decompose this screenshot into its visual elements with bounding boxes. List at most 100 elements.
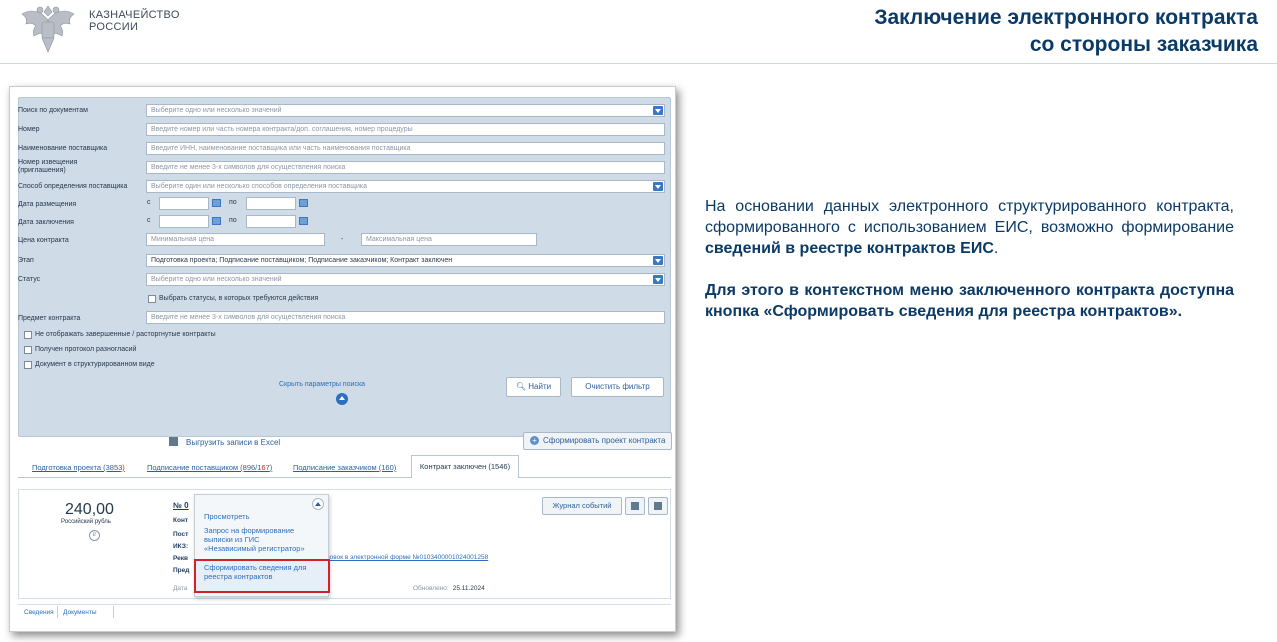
hide-finished-checkbox[interactable]: [24, 331, 32, 339]
create-draft-button[interactable]: + Сформировать проект контракта: [523, 432, 672, 450]
notice-label-line2: (приглашения): [18, 167, 66, 174]
slide-title-line1: Заключение электронного контракта: [874, 6, 1258, 29]
card-field-label: ИКЗ:: [173, 543, 189, 550]
chevron-up-icon[interactable]: [312, 498, 324, 510]
description-p1-end: .: [993, 240, 999, 257]
emblem-logo: [21, 5, 75, 53]
conclusion-date-label: Дата заключения: [18, 219, 74, 226]
tab-supplier-signing-red: 167: [257, 463, 270, 472]
price-max-input[interactable]: Максимальная цена: [361, 233, 537, 246]
excel-export-label: Выгрузить записи в Excel: [186, 438, 281, 447]
slide: КАЗНАЧЕЙСТВО РОССИИ Заключение электронн…: [0, 0, 1277, 642]
placement-to-label: по: [229, 199, 237, 206]
find-button[interactable]: 🔍︎ Найти: [506, 377, 561, 397]
status-label: Статус: [18, 276, 41, 283]
stage-value: Подготовка проекта; Подписание поставщик…: [151, 257, 453, 264]
disagreement-label: Получен протокол разногласий: [35, 346, 137, 353]
excel-export-link[interactable]: Выгрузить записи в Excel: [169, 437, 280, 447]
stage-select[interactable]: Подготовка проекта; Подписание поставщик…: [146, 254, 665, 267]
stage-label: Этап: [18, 257, 34, 264]
tab-supplier-signing-suffix: ): [269, 463, 273, 472]
tab-customer-signing[interactable]: Подписание заказчиком (160): [293, 463, 396, 472]
chevron-down-icon[interactable]: [653, 106, 663, 115]
slide-title-line2: со стороны заказчика: [1029, 33, 1258, 56]
search-icon: 🔍︎: [515, 382, 527, 391]
conclusion-to-input[interactable]: [246, 215, 296, 228]
disagreement-checkbox[interactable]: [24, 346, 32, 354]
card-field-label: Пред: [173, 567, 190, 574]
header-divider: [0, 63, 1277, 64]
tab-details[interactable]: Сведения: [24, 609, 54, 616]
excel-icon: [169, 437, 178, 446]
card-field-label: Конт: [173, 517, 189, 524]
method-select[interactable]: Выберите один или несколько способов опр…: [146, 180, 665, 193]
price-dash: -: [341, 236, 344, 243]
menu-item-registrar-request[interactable]: Запрос на формирование выписки из ГИС «Н…: [204, 526, 305, 553]
description-p1-text: На основании данных электронного структу…: [705, 198, 1234, 236]
org-name-line1: КАЗНАЧЕЙСТВО: [89, 9, 180, 21]
contract-number-link[interactable]: № 0: [173, 501, 189, 510]
menu-item-form-registry-info[interactable]: Сформировать сведения для реестра контра…: [204, 563, 306, 581]
subject-label: Предмет контракта: [18, 315, 81, 322]
placement-to-input[interactable]: [246, 197, 296, 210]
doc-search-placeholder: Выберите одно или несколько значений: [151, 107, 282, 114]
description-p1-bold: сведений в реестре контрактов ЕИС: [705, 240, 994, 257]
notice-input[interactable]: Введите не менее 3-х символов для осущес…: [146, 161, 665, 174]
slide-title: Заключение электронного контракта со сто…: [874, 4, 1258, 58]
menu-item-view[interactable]: Просмотреть: [204, 512, 250, 521]
menu-item-registrar-line3: «Независимый регистратор»: [204, 544, 305, 553]
supplier-input[interactable]: Введите ИНН, наименование поставщика или…: [146, 142, 665, 155]
placement-from-label: с: [147, 199, 151, 206]
price-min-placeholder: Минимальная цена: [151, 236, 215, 243]
print-button[interactable]: [625, 497, 645, 515]
description-paragraph-1: На основании данных электронного структу…: [705, 196, 1234, 259]
subject-input[interactable]: Введите не менее 3-х символов для осущес…: [146, 311, 665, 324]
calendar-icon[interactable]: [299, 217, 308, 225]
doc-search-label: Поиск по документам: [18, 107, 88, 114]
notice-placeholder: Введите не менее 3-х символов для осущес…: [151, 164, 346, 171]
event-journal-button[interactable]: Журнал событий: [542, 497, 622, 515]
delete-button[interactable]: [648, 497, 668, 515]
hide-finished-label: Не отображать завершенные / расторгнутые…: [35, 331, 216, 338]
notice-label-line1: Номер извещения: [18, 159, 78, 166]
structured-checkbox[interactable]: [24, 361, 32, 369]
tab-separator: [57, 606, 58, 618]
create-draft-label: Сформировать проект контракта: [543, 436, 666, 445]
calendar-icon[interactable]: [212, 199, 221, 207]
placement-from-input[interactable]: [159, 197, 209, 210]
find-button-label: Найти: [528, 382, 552, 391]
number-input[interactable]: Введите номер или часть номера контракта…: [146, 123, 665, 136]
org-name-line2: РОССИИ: [89, 21, 139, 33]
subject-placeholder: Введите не менее 3-х символов для осущес…: [151, 314, 346, 321]
chevron-down-icon[interactable]: [653, 256, 663, 265]
tab-documents[interactable]: Документы: [63, 609, 97, 616]
updated-label: Обновлено:: [413, 585, 449, 592]
clear-filter-button[interactable]: Очистить фильтр: [571, 377, 664, 397]
tab-contract-concluded[interactable]: Контракт заключен (1546): [411, 455, 519, 478]
status-action-label: Выбрать статусы, в которых требуются дей…: [159, 295, 319, 302]
card-field-label: Пост: [173, 531, 189, 538]
tab-separator: [113, 606, 114, 618]
plus-icon: +: [530, 436, 539, 445]
contract-currency: Российский рубль: [61, 519, 111, 525]
tab-preparation[interactable]: Подготовка проекта (3853): [32, 463, 125, 472]
chevron-up-icon[interactable]: [336, 393, 348, 405]
status-action-checkbox[interactable]: [148, 295, 156, 303]
conclusion-from-label: с: [147, 217, 151, 224]
chevron-down-icon[interactable]: [653, 275, 663, 284]
ruble-icon: ₽: [89, 530, 100, 541]
hide-params-link[interactable]: Скрыть параметры поиска: [279, 381, 365, 388]
status-select[interactable]: Выберите одно или несколько значений: [146, 273, 665, 286]
updated-info: Обновлено: 25.11.2024: [413, 585, 485, 592]
chevron-down-icon[interactable]: [653, 182, 663, 191]
description: На основании данных электронного структу…: [705, 196, 1234, 322]
price-min-input[interactable]: Минимальная цена: [146, 233, 325, 246]
tab-supplier-signing[interactable]: Подписание поставщиком (896/167): [147, 463, 272, 472]
doc-search-select[interactable]: Выберите одно или несколько значений: [146, 104, 665, 117]
screenshot-frame: Поиск по документам Выберите одно или не…: [9, 86, 676, 632]
calendar-icon[interactable]: [212, 217, 221, 225]
conclusion-from-input[interactable]: [159, 215, 209, 228]
procedure-link[interactable]: котировок в электронной форме №010340000…: [313, 554, 488, 561]
contract-price: 240,00: [65, 501, 114, 518]
calendar-icon[interactable]: [299, 199, 308, 207]
